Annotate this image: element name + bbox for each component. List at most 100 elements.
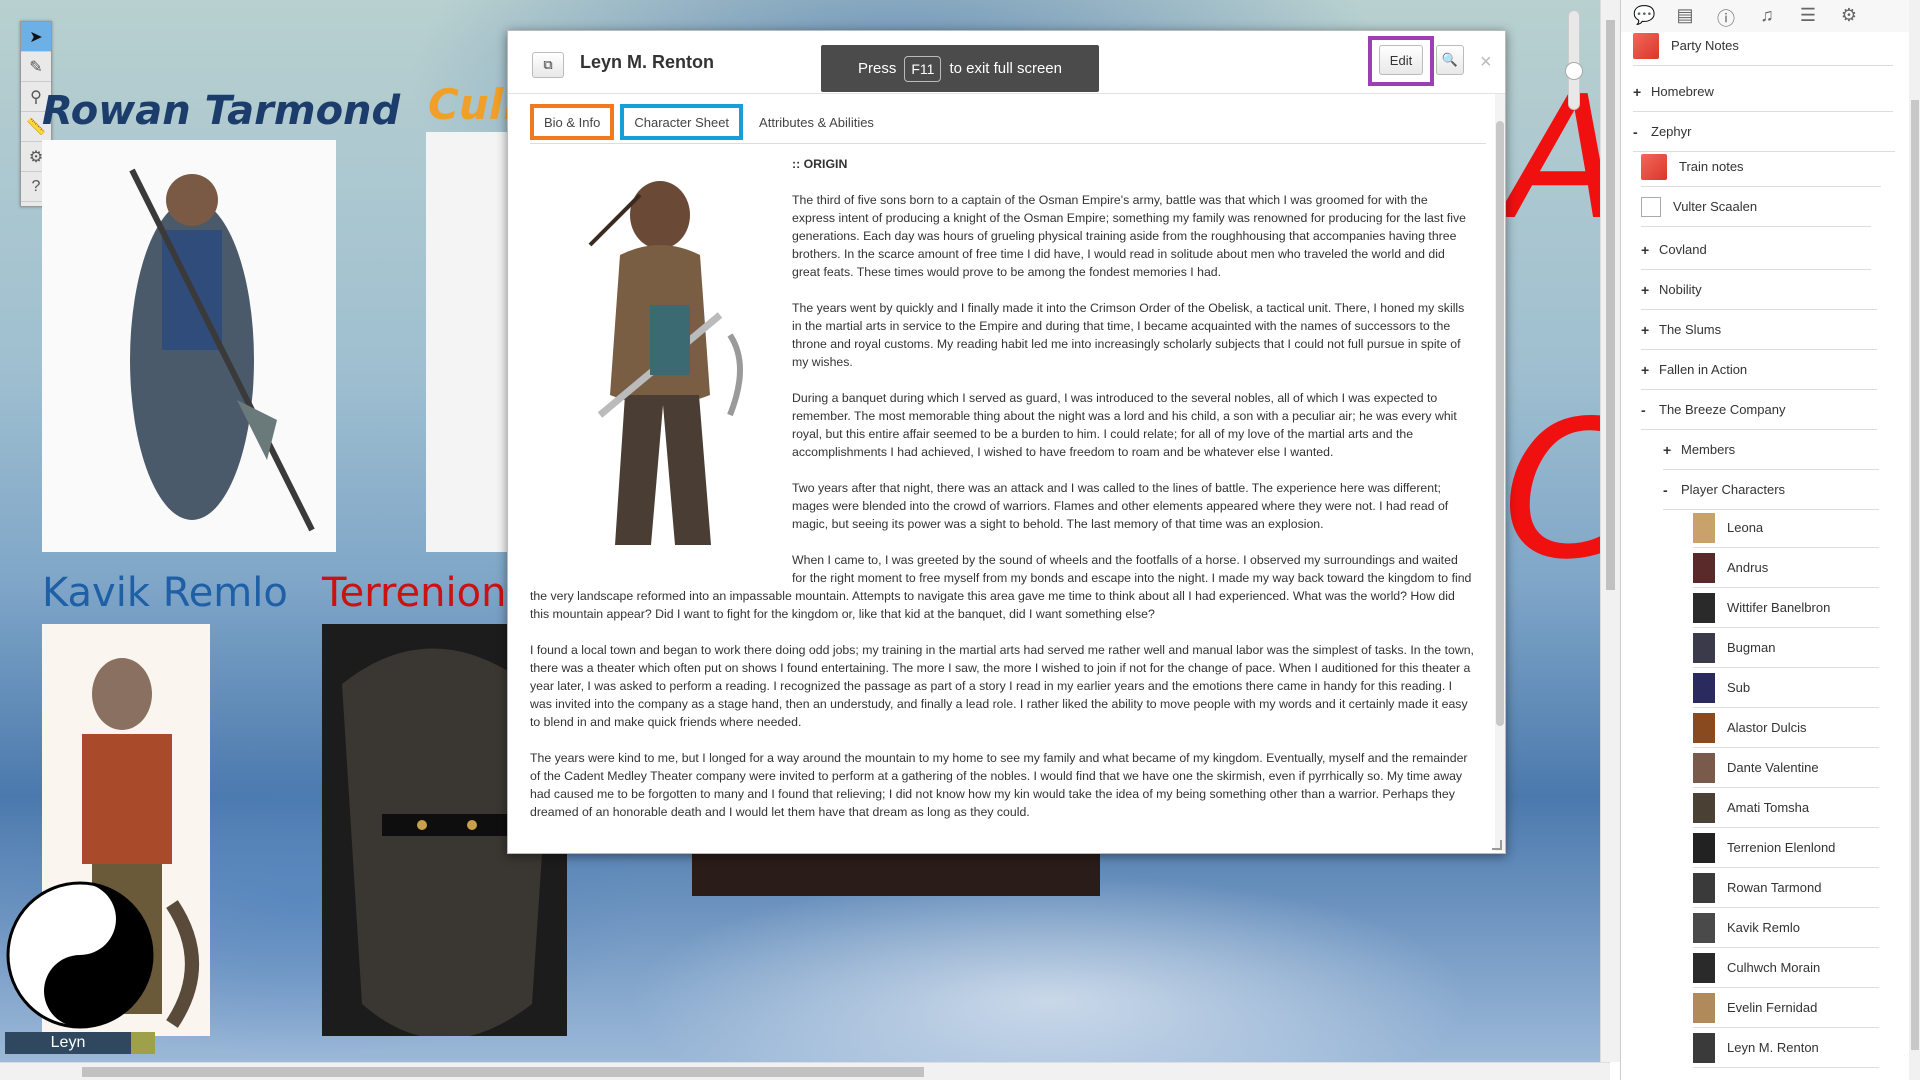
sidebar-item-label: Andrus	[1727, 560, 1769, 575]
sidebar-item-label: Leona	[1727, 520, 1764, 535]
sidebar-item-label: Covland	[1659, 242, 1707, 257]
close-icon[interactable]: ×	[1480, 51, 1492, 74]
resize-handle-icon[interactable]	[1492, 840, 1502, 850]
sidebar-item[interactable]: Party Notes	[1633, 26, 1893, 66]
character-avatar	[1693, 832, 1715, 863]
collapse-icon[interactable]: -	[1641, 402, 1651, 418]
zoom-slider[interactable]	[1568, 10, 1580, 110]
sidebar-scroll-thumb[interactable]	[1911, 100, 1919, 1050]
sidebar-item-label: Wittifer Banelbron	[1727, 600, 1831, 615]
popout-button[interactable]: ⧉	[532, 52, 564, 78]
player-token-nameplate: Leyn	[5, 1032, 155, 1054]
portrait-hidden-token[interactable]	[692, 854, 1100, 896]
sidebar-item[interactable]: + Homebrew	[1633, 72, 1893, 112]
sidebar-item-label: Party Notes	[1671, 38, 1739, 53]
sidebar-item[interactable]: + The Slums	[1641, 310, 1877, 350]
sidebar-item[interactable]: Leyn M. Renton	[1693, 1028, 1879, 1068]
sidebar-item[interactable]: Bugman	[1693, 628, 1879, 668]
gear-icon[interactable]: ⚙	[1838, 5, 1860, 27]
sidebar-item-label: Homebrew	[1651, 84, 1714, 99]
sidebar-item[interactable]: + Fallen in Action	[1641, 350, 1877, 390]
character-avatar	[1693, 992, 1715, 1023]
expand-icon[interactable]: +	[1641, 362, 1651, 378]
sidebar-item-label: Evelin Fernidad	[1727, 1000, 1818, 1015]
sidebar-item[interactable]: Amati Tomsha	[1693, 788, 1879, 828]
collapse-icon[interactable]: -	[1663, 482, 1673, 498]
sidebar-item-label: The Slums	[1659, 322, 1722, 337]
tab-attributes-abilities[interactable]: Attributes & Abilities	[749, 104, 884, 140]
sidebar-item-label: Bugman	[1727, 640, 1776, 655]
sidebar-scrollbar[interactable]	[1909, 0, 1920, 1080]
character-avatar	[1693, 872, 1715, 903]
sidebar-item-label: Alastor Dulcis	[1727, 720, 1807, 735]
portrait-rowan[interactable]	[42, 140, 336, 552]
sidebar-item[interactable]: Sub	[1693, 668, 1879, 708]
search-icon[interactable]: 🔍	[1436, 45, 1464, 75]
player-token-bar	[131, 1032, 155, 1054]
zoom-slider-handle[interactable]	[1565, 62, 1583, 80]
dialog-scroll-thumb[interactable]	[1496, 121, 1504, 726]
sidebar-item-label: Terrenion Elenlond	[1727, 840, 1836, 855]
map-horizontal-scrollbar[interactable]	[0, 1062, 1610, 1080]
character-avatar	[1693, 632, 1715, 663]
sidebar-item[interactable]: Kavik Remlo	[1693, 908, 1879, 948]
token-name-rowan: Rowan Tarmond	[42, 88, 401, 134]
tab-character-sheet[interactable]: Character Sheet	[620, 104, 744, 140]
select-tool-icon[interactable]: ➤	[21, 22, 51, 52]
sidebar-item[interactable]: Vulter Scaalen	[1641, 187, 1871, 227]
sidebar-item[interactable]: Evelin Fernidad	[1693, 988, 1879, 1028]
sidebar-item-label: The Breeze Company	[1659, 402, 1786, 417]
sidebar-item[interactable]: Terrenion Elenlond	[1693, 828, 1879, 868]
map-horizontal-scroll-thumb[interactable]	[82, 1067, 924, 1077]
expand-icon[interactable]: +	[1633, 84, 1643, 100]
bio-paragraph: I found a local town and began to work t…	[530, 643, 1474, 729]
sidebar-item[interactable]: Dante Valentine	[1693, 748, 1879, 788]
character-portrait	[530, 155, 778, 575]
character-avatar	[1693, 552, 1715, 583]
handout-icon	[1633, 32, 1659, 59]
dialog-title: Leyn M. Renton	[580, 52, 714, 72]
map-vertical-scrollbar[interactable]	[1600, 0, 1620, 1062]
collapse-icon[interactable]: -	[1633, 124, 1643, 140]
token-name-kavik: Kavik Remlo	[42, 570, 288, 616]
map-vertical-scroll-thumb[interactable]	[1606, 20, 1615, 590]
sidebar-item[interactable]: - Player Characters	[1663, 470, 1879, 510]
expand-icon[interactable]: +	[1663, 442, 1673, 458]
list-icon[interactable]: ☰	[1797, 5, 1819, 27]
sidebar-item-label: Rowan Tarmond	[1727, 880, 1822, 895]
sidebar-item[interactable]: Andrus	[1693, 548, 1879, 588]
draw-tool-icon[interactable]: ✎	[21, 52, 51, 82]
sidebar-item[interactable]: - Zephyr	[1633, 112, 1895, 152]
jukebox-icon[interactable]: ♫	[1756, 5, 1778, 27]
sidebar-item[interactable]: + Nobility	[1641, 270, 1877, 310]
journal-sidebar: 💬 ▤ ⓘ ♫ ☰ ⚙ Party Notes + Homebrew - Zephyr T…	[1620, 0, 1920, 1080]
sidebar-item[interactable]: Rowan Tarmond	[1693, 868, 1879, 908]
sidebar-item[interactable]: + Covland	[1641, 230, 1871, 270]
sidebar-item-label: Members	[1681, 442, 1736, 457]
sidebar-item-label: Culhwch Morain	[1727, 960, 1821, 975]
expand-icon[interactable]: +	[1641, 242, 1651, 258]
player-token-yinyang[interactable]	[5, 880, 155, 1030]
chat-icon[interactable]: 💬	[1633, 5, 1655, 27]
journal-icon[interactable]: ▤	[1674, 5, 1696, 27]
sidebar-item[interactable]: Alastor Dulcis	[1693, 708, 1879, 748]
sidebar-item[interactable]: Leona	[1693, 508, 1879, 548]
portrait-culhwch[interactable]	[426, 132, 508, 552]
sidebar-item[interactable]: Wittifer Banelbron	[1693, 588, 1879, 628]
broken-image-icon	[1641, 196, 1661, 217]
sidebar-item-label: Vulter Scaalen	[1673, 199, 1758, 214]
sidebar-item[interactable]: Culhwch Morain	[1693, 948, 1879, 988]
expand-icon[interactable]: +	[1641, 322, 1651, 338]
sidebar-item-label: Dante Valentine	[1727, 760, 1819, 775]
info-icon[interactable]: ⓘ	[1715, 5, 1737, 29]
sidebar-item-label: Fallen in Action	[1659, 362, 1748, 377]
edit-button[interactable]: Edit	[1379, 45, 1423, 75]
player-token-label: Leyn	[5, 1032, 131, 1054]
sidebar-item[interactable]: - The Breeze Company	[1641, 390, 1877, 430]
expand-icon[interactable]: +	[1641, 282, 1651, 298]
sidebar-item[interactable]: Train notes	[1641, 147, 1881, 187]
dialog-tabs: Bio & Info Character Sheet Attributes & …	[530, 104, 884, 142]
character-avatar	[1693, 1032, 1715, 1063]
tab-bio-info[interactable]: Bio & Info	[530, 104, 615, 140]
sidebar-item[interactable]: + Members	[1663, 430, 1879, 470]
